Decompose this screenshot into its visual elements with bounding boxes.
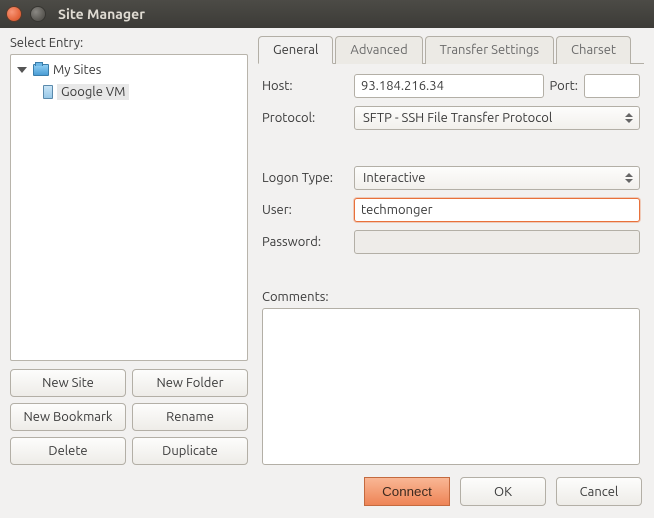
dialog-button-bar: Connect OK Cancel [10, 465, 644, 508]
host-input[interactable] [354, 74, 544, 98]
password-input [354, 230, 640, 254]
general-panel: Host: Port: Protocol: SFTP - SSH File Tr… [258, 64, 644, 465]
user-input[interactable] [354, 198, 640, 222]
new-bookmark-button[interactable]: New Bookmark [10, 403, 126, 431]
select-entry-label: Select Entry: [10, 36, 248, 50]
delete-button[interactable]: Delete [10, 437, 126, 465]
tree-root-label: My Sites [53, 63, 101, 77]
ok-button[interactable]: OK [460, 477, 546, 506]
comments-label: Comments: [262, 290, 640, 304]
site-tree[interactable]: My Sites Google VM [10, 54, 248, 361]
tree-site-item[interactable]: Google VM [13, 81, 245, 103]
port-label: Port: [550, 79, 578, 93]
protocol-value: SFTP - SSH File Transfer Protocol [363, 111, 623, 125]
logon-type-value: Interactive [363, 171, 623, 185]
tree-root[interactable]: My Sites [13, 59, 245, 81]
new-folder-button[interactable]: New Folder [132, 369, 248, 397]
window-minimize-icon[interactable] [30, 6, 46, 22]
server-icon [43, 85, 53, 99]
rename-button[interactable]: Rename [132, 403, 248, 431]
cancel-button[interactable]: Cancel [556, 477, 642, 506]
user-label: User: [262, 203, 348, 217]
tab-general[interactable]: General [258, 36, 333, 64]
logon-type-select[interactable]: Interactive [354, 166, 640, 190]
folder-icon [33, 64, 49, 76]
tab-charset[interactable]: Charset [556, 36, 631, 64]
protocol-label: Protocol: [262, 111, 348, 125]
titlebar: Site Manager [0, 0, 654, 28]
host-label: Host: [262, 79, 348, 93]
window-close-icon[interactable] [6, 6, 22, 22]
tab-advanced[interactable]: Advanced [335, 36, 422, 64]
dropdown-arrows-icon [623, 113, 635, 123]
tab-bar: General Advanced Transfer Settings Chars… [258, 36, 644, 64]
expander-icon[interactable] [17, 67, 27, 73]
new-site-button[interactable]: New Site [10, 369, 126, 397]
tree-site-label: Google VM [57, 84, 129, 100]
comments-textarea[interactable] [262, 308, 640, 465]
duplicate-button[interactable]: Duplicate [132, 437, 248, 465]
logon-type-label: Logon Type: [262, 171, 348, 185]
password-label: Password: [262, 235, 348, 249]
port-input[interactable] [584, 74, 640, 98]
tab-transfer-settings[interactable]: Transfer Settings [425, 36, 554, 64]
dropdown-arrows-icon [623, 173, 635, 183]
window-title: Site Manager [58, 6, 145, 22]
protocol-select[interactable]: SFTP - SSH File Transfer Protocol [354, 106, 640, 130]
connect-button[interactable]: Connect [364, 477, 450, 506]
